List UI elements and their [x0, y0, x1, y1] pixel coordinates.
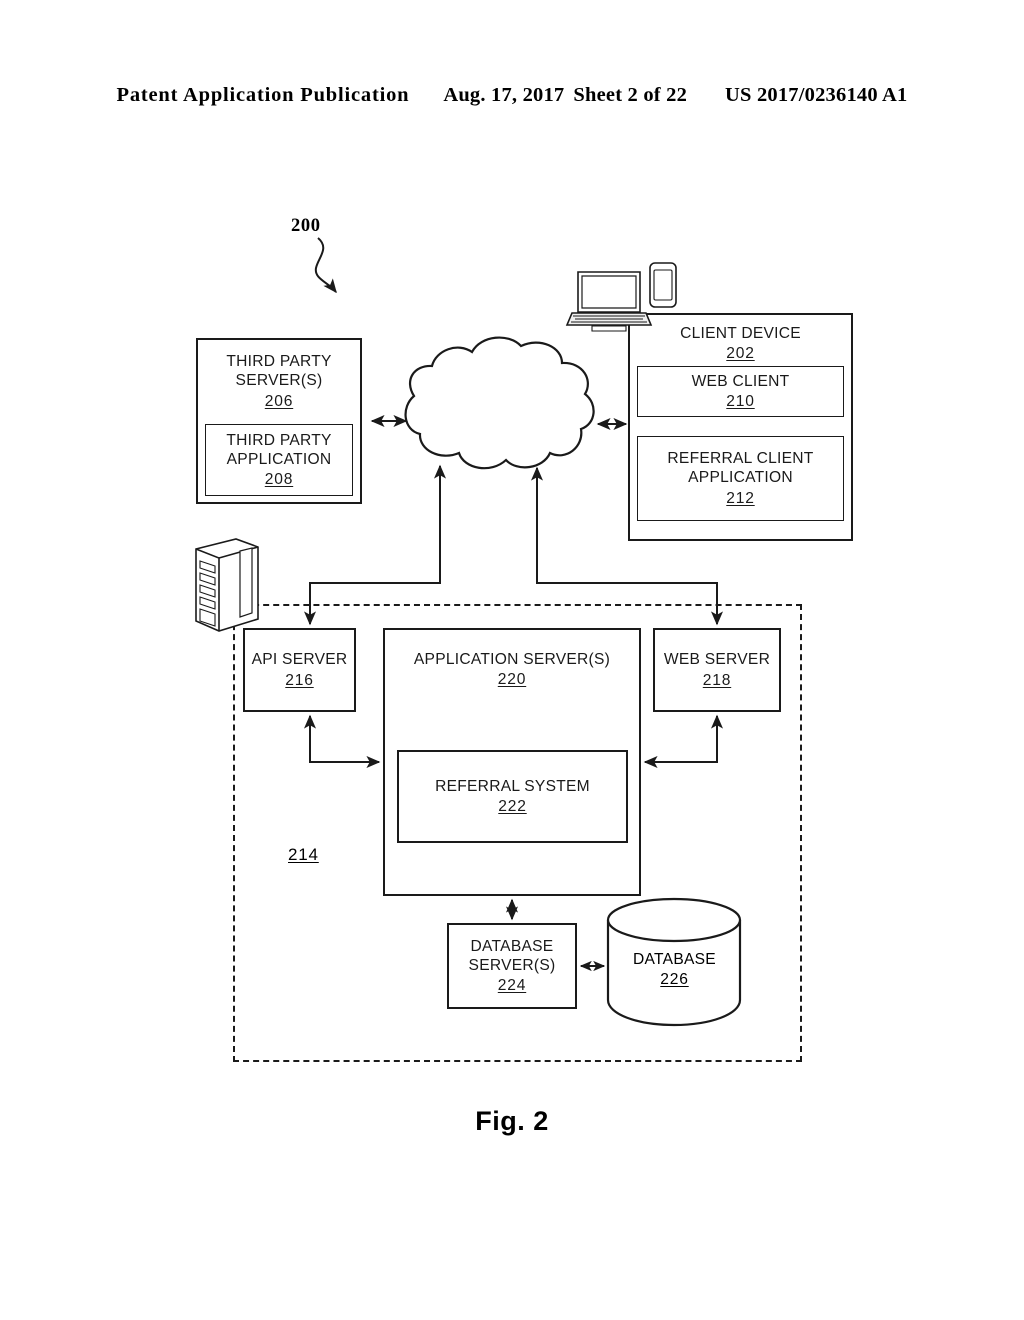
system-reference-200: 200 [291, 216, 321, 236]
api-server-label: API SERVER [251, 651, 348, 669]
third-party-application-ref: 208 [264, 471, 294, 489]
third-party-server-ref: 206 [264, 392, 294, 410]
database-label: DATABASE [633, 951, 716, 968]
networked-system-reference-214: 214 [288, 845, 319, 864]
web-server-box[interactable]: WEB SERVER 218 [653, 628, 781, 712]
referral-client-application-ref: 212 [726, 489, 755, 507]
application-server-label: APPLICATION SERVER(S) [413, 651, 611, 668]
network-label: NETWORK (E.G., THE INTERNET) [408, 403, 573, 440]
referral-client-application-box[interactable]: REFERRAL CLIENT APPLICATION 212 [637, 436, 844, 521]
figure-caption: Fig. 2 [475, 1106, 549, 1136]
client-device-label: CLIENT DEVICE [680, 325, 801, 342]
application-server-ref: 220 [497, 671, 527, 689]
web-server-ref: 218 [702, 671, 732, 689]
header-patent-number: US 2017/0236140 A1 [725, 84, 908, 106]
database-ref: 226 [660, 971, 689, 989]
referral-system-label: REFERRAL SYSTEM [435, 777, 590, 795]
web-client-box[interactable]: WEB CLIENT 210 [637, 366, 844, 417]
database-server-label: DATABASE SERVER(S) [468, 937, 556, 974]
referral-client-application-label: REFERRAL CLIENT APPLICATION [667, 450, 814, 487]
header-date: Aug. 17, 2017 [443, 84, 565, 106]
header-sheet: Sheet 2 of 22 [573, 84, 688, 106]
referral-system-box[interactable]: REFERRAL SYSTEM 222 [397, 750, 628, 843]
referral-system-ref: 222 [498, 798, 527, 815]
lead-line-200 [314, 237, 337, 294]
network-cloud-text: NETWORK (E.G., THE INTERNET) 204 [388, 402, 593, 461]
client-device-ref: 202 [726, 345, 755, 363]
web-client-label: WEB CLIENT [691, 372, 790, 390]
network-ref: 204 [476, 442, 505, 460]
api-server-box[interactable]: API SERVER 216 [243, 628, 356, 712]
database-server-box[interactable]: DATABASE SERVER(S) 224 [447, 923, 577, 1009]
web-client-ref: 210 [726, 393, 755, 410]
database-server-ref: 224 [497, 977, 527, 995]
smartphone-icon-group [649, 262, 677, 308]
third-party-application-box[interactable]: THIRD PARTY APPLICATION 208 [205, 424, 353, 496]
web-server-label: WEB SERVER [663, 651, 771, 669]
api-server-ref: 216 [285, 671, 314, 689]
third-party-server-label: THIRD PARTY SERVER(S) [226, 353, 332, 390]
third-party-application-label: THIRD PARTY APPLICATION [226, 431, 332, 468]
page-header: Patent Application Publication Aug. 17, … [0, 84, 1024, 107]
database-cylinder-text: DATABASE 226 [608, 950, 741, 990]
header-publication: Patent Application Publication [116, 84, 410, 106]
